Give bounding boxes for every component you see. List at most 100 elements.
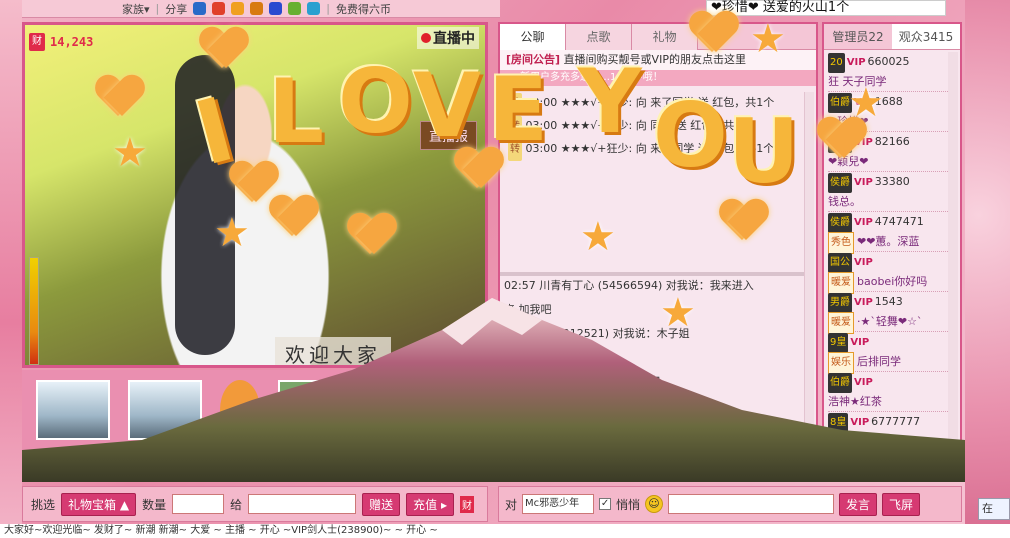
- online-status-label[interactable]: 在: [978, 498, 1010, 520]
- vip-badge: VIP: [854, 257, 873, 268]
- chat-message: 转 03:00 ★★★√+狂少: 向 来了同学 送 红包，共1个: [508, 92, 808, 115]
- user-list-item[interactable]: 伯爵 VIP 浩神★红茶: [828, 372, 956, 412]
- user-list-item[interactable]: 侯爵 VIP 4747471 秀色 ❤❤蕙。深蓝: [828, 212, 956, 254]
- rank-badge: 侯爵: [828, 173, 852, 193]
- vip-badge: VIP: [846, 57, 866, 68]
- gift-thumbnail[interactable]: [128, 380, 202, 440]
- rank-badge: 伯爵: [828, 373, 852, 393]
- tab-admins[interactable]: 管理员22: [824, 24, 892, 49]
- fly-screen-button[interactable]: 飞屏: [882, 492, 921, 516]
- share-weibo-icon[interactable]: [212, 2, 226, 15]
- share-star-icon[interactable]: [231, 2, 245, 15]
- tab-song-request[interactable]: 点歌: [566, 24, 632, 50]
- chat-message: 转 03:00 ★★★√+狂少: 向 同学 送 红包，共1个: [508, 115, 808, 138]
- chat-message: 转 03:00 ★★★√+狂少: 向 来了同学 送 红包，共1个: [508, 138, 808, 161]
- user-name: ❤❤蕙。深蓝: [857, 235, 920, 248]
- emoji-icon[interactable]: ☺: [645, 495, 664, 513]
- category-tag: 暖爱: [828, 312, 854, 334]
- tab-audience[interactable]: 观众3415: [892, 24, 960, 49]
- user-list-item[interactable]: 伯爵 VIP 82166 ❤颖兒❤: [828, 132, 956, 172]
- user-id: 82166: [874, 135, 910, 148]
- category-tag: 娱乐: [828, 352, 854, 374]
- notice-prefix: [房间公告]: [506, 53, 561, 66]
- gift-thumbnail[interactable]: [36, 380, 110, 440]
- vip-badge: VIP: [854, 217, 873, 228]
- gift-thumbnail[interactable]: [278, 380, 352, 440]
- volume-meter[interactable]: [29, 257, 39, 365]
- private-message: 来 加我吧: [504, 303, 552, 316]
- transfer-tag: 转: [508, 93, 522, 115]
- vip-badge: VIP: [850, 337, 870, 348]
- share-p-icon[interactable]: [307, 2, 321, 15]
- user-list-item[interactable]: 男爵 VIP 1543 暖爱 ·★`轻舞❤☆`: [828, 292, 956, 334]
- giftbox-button[interactable]: 礼物宝箱 ▲: [61, 492, 137, 516]
- chat-scrollbar[interactable]: [804, 92, 814, 472]
- rank-badge: 20: [828, 53, 845, 73]
- chat-message-input[interactable]: [668, 494, 835, 514]
- user-name: baobei你好吗: [857, 275, 928, 288]
- vip-badge: VIP: [854, 177, 873, 188]
- category-tag: 暖爱: [828, 272, 854, 294]
- share-t-icon[interactable]: [250, 2, 264, 15]
- tab-gifts[interactable]: 礼物: [632, 24, 698, 50]
- user-list: 20 VIP 660025 狂 天子同学 伯爵 VIP 1688 ❤珍惜❤ 伯爵 VIP 821…: [824, 50, 960, 454]
- share-paw-icon[interactable]: [269, 2, 283, 15]
- private-message: 邪恶少年 (8212521) 对我说：木子姐: [504, 327, 690, 340]
- user-name: ❤珍惜❤: [828, 115, 869, 128]
- family-menu[interactable]: 家族▾: [122, 1, 150, 17]
- room-notice[interactable]: [房间公告] 直播间购买靓号或VIP的朋友点击这里: [500, 50, 816, 70]
- quantity-input[interactable]: [172, 494, 225, 514]
- user-list-item[interactable]: 9皇 VIP 娱乐 后排同学: [828, 332, 956, 374]
- message-time: 03:00: [525, 119, 558, 132]
- share-label[interactable]: 分享: [165, 1, 187, 17]
- share-flower-icon[interactable]: [288, 2, 302, 15]
- streamer-hair: [175, 55, 235, 355]
- send-gift-button[interactable]: 赠送: [362, 492, 401, 516]
- user-list-item[interactable]: 8皇 VIP 6777777: [828, 412, 956, 452]
- private-messages: 02:57 川青有丁心 (54566594) 对我说：我来进入 来 加我吧 邪恶…: [504, 274, 804, 394]
- recharge-button[interactable]: 充值 ▸: [406, 492, 454, 516]
- user-list-item[interactable]: 国公 VIP 暖爱 baobei你好吗: [828, 252, 956, 294]
- video-player[interactable]: 财 14,243 直播中 直播报 欢迎大家: [22, 22, 488, 368]
- gift-announcement-banner: ❤珍惜❤ 送爱的火山1个: [706, 0, 946, 16]
- user-id: 1543: [874, 295, 903, 308]
- to-label: 对: [505, 497, 518, 512]
- user-name: ·★`轻舞❤☆`: [857, 315, 923, 328]
- separator: |: [326, 2, 330, 15]
- notice-text: 直播间购买靓号或VIP的朋友点击这里: [563, 53, 746, 66]
- user-list-item[interactable]: 20 VIP 660025 狂 天子同学: [828, 52, 956, 92]
- user-name: ❤颖兒❤: [828, 155, 869, 168]
- rank-badge: 伯爵: [828, 133, 852, 153]
- user-list-scrollbar[interactable]: [948, 52, 958, 478]
- send-message-button[interactable]: 发言: [839, 492, 878, 516]
- wealth-icon: 财: [29, 33, 45, 51]
- rank-badge: 国公: [828, 253, 852, 273]
- rank-badge: 侯爵: [828, 213, 852, 233]
- user-list-item[interactable]: 侯爵 VIP 33380 钱总。: [828, 172, 956, 212]
- rank-badge: 男爵: [828, 293, 852, 313]
- private-message: 02:57 川青有丁心 (54566594) 对我说：我来进入: [504, 279, 754, 292]
- giftbox-label: 礼物宝箱: [68, 497, 117, 512]
- free-coins-link[interactable]: 免费得六币: [336, 1, 391, 17]
- share-people-icon[interactable]: [193, 2, 207, 15]
- rank-badge: 伯爵: [828, 93, 852, 113]
- user-list-item[interactable]: 伯爵 VIP 1688 ❤珍惜❤: [828, 92, 956, 132]
- user-name: 钱总。: [828, 195, 861, 208]
- rank-badge: 8皇: [828, 413, 849, 433]
- live-label: 直播中: [433, 31, 475, 47]
- report-button[interactable]: 直播报: [419, 121, 477, 150]
- recipient-input[interactable]: [248, 494, 357, 514]
- message-text: ★★★√+狂少: 向 来了同学 送 红包，共1个: [560, 96, 775, 109]
- user-name: 后排同学: [857, 355, 901, 368]
- left-decoration: [0, 0, 22, 538]
- cartoon-avatar-icon[interactable]: [220, 380, 260, 440]
- chat-input-bar: 对 Mc邪恶少年 ✓ 悄悄 ☺ 发言 飞屏: [498, 486, 962, 522]
- top-toolbar: 家族▾ | 分享 | 免费得六币: [22, 0, 500, 18]
- recharge-label: 充值: [413, 497, 438, 512]
- target-user-select[interactable]: Mc邪恶少年: [522, 494, 595, 514]
- welcome-caption: 欢迎大家: [275, 337, 391, 365]
- chat-tabs: 公聊 点歌 礼物: [500, 24, 816, 50]
- category-tag: 秀色: [828, 232, 854, 254]
- whisper-checkbox[interactable]: ✓: [599, 498, 612, 510]
- tab-public-chat[interactable]: 公聊: [500, 24, 566, 50]
